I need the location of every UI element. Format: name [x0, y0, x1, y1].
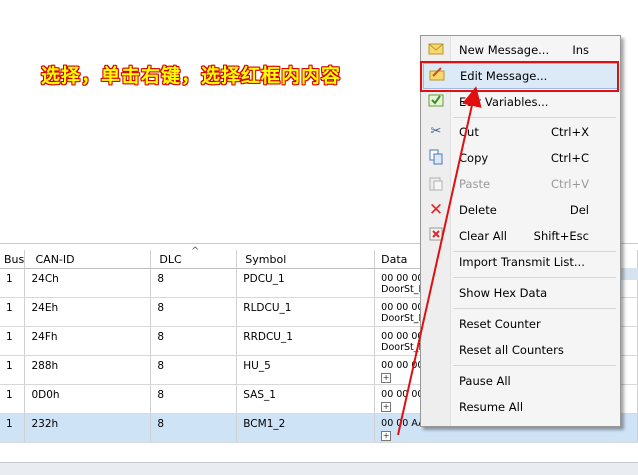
- annotation-arrow: [397, 86, 482, 436]
